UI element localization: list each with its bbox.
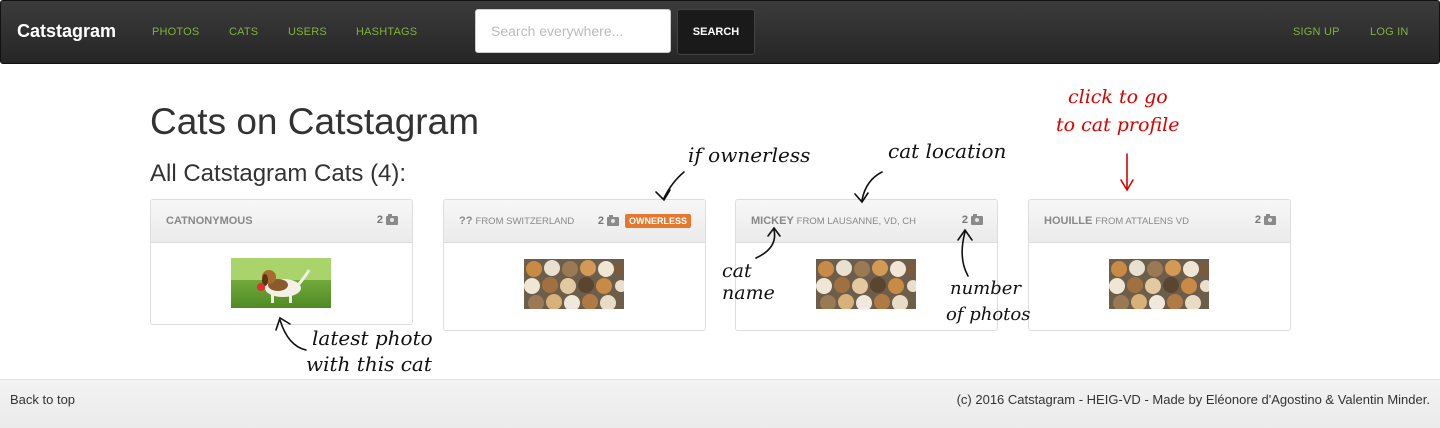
footer-author-link[interactable]: Valentin Minder <box>1338 392 1427 407</box>
note-name-line1: cat <box>722 260 752 282</box>
footer-made-by: - Made by <box>1140 392 1206 407</box>
note-ownerless: if ownerless <box>688 143 811 167</box>
footer-author-link[interactable]: Eléonore d'Agostino <box>1206 392 1322 407</box>
footer-credits: (c) 2016 Catstagram - HEIG-VD - Made by … <box>957 392 1430 407</box>
photos-arrow <box>961 231 969 277</box>
footer: Back to top (c) 2016 Catstagram - HEIG-V… <box>0 379 1440 428</box>
location-arrow <box>861 171 883 201</box>
footer-amp: & <box>1321 392 1338 407</box>
latest-photo-arrow <box>279 319 307 351</box>
footer-copyright: (c) 2016 <box>956 392 1008 407</box>
footer-brand-link[interactable]: Catstagram - HEIG-VD <box>1008 392 1141 407</box>
name-arrow <box>755 229 776 259</box>
footer-end: . <box>1426 392 1430 407</box>
note-profile-line2: to cat profile <box>1056 114 1180 136</box>
annotation-arrows <box>275 153 1134 351</box>
note-location: cat location <box>888 139 1007 163</box>
back-to-top-link[interactable]: Back to top <box>10 392 75 407</box>
note-photos-line1: number <box>950 278 1022 299</box>
note-photos-line2: of photos <box>946 304 1031 325</box>
note-latest-line1: latest photo <box>312 326 433 350</box>
note-name-line2: name <box>722 282 775 304</box>
note-profile-line1: click to go <box>1068 86 1168 108</box>
note-latest-line2: with this cat <box>306 352 432 376</box>
